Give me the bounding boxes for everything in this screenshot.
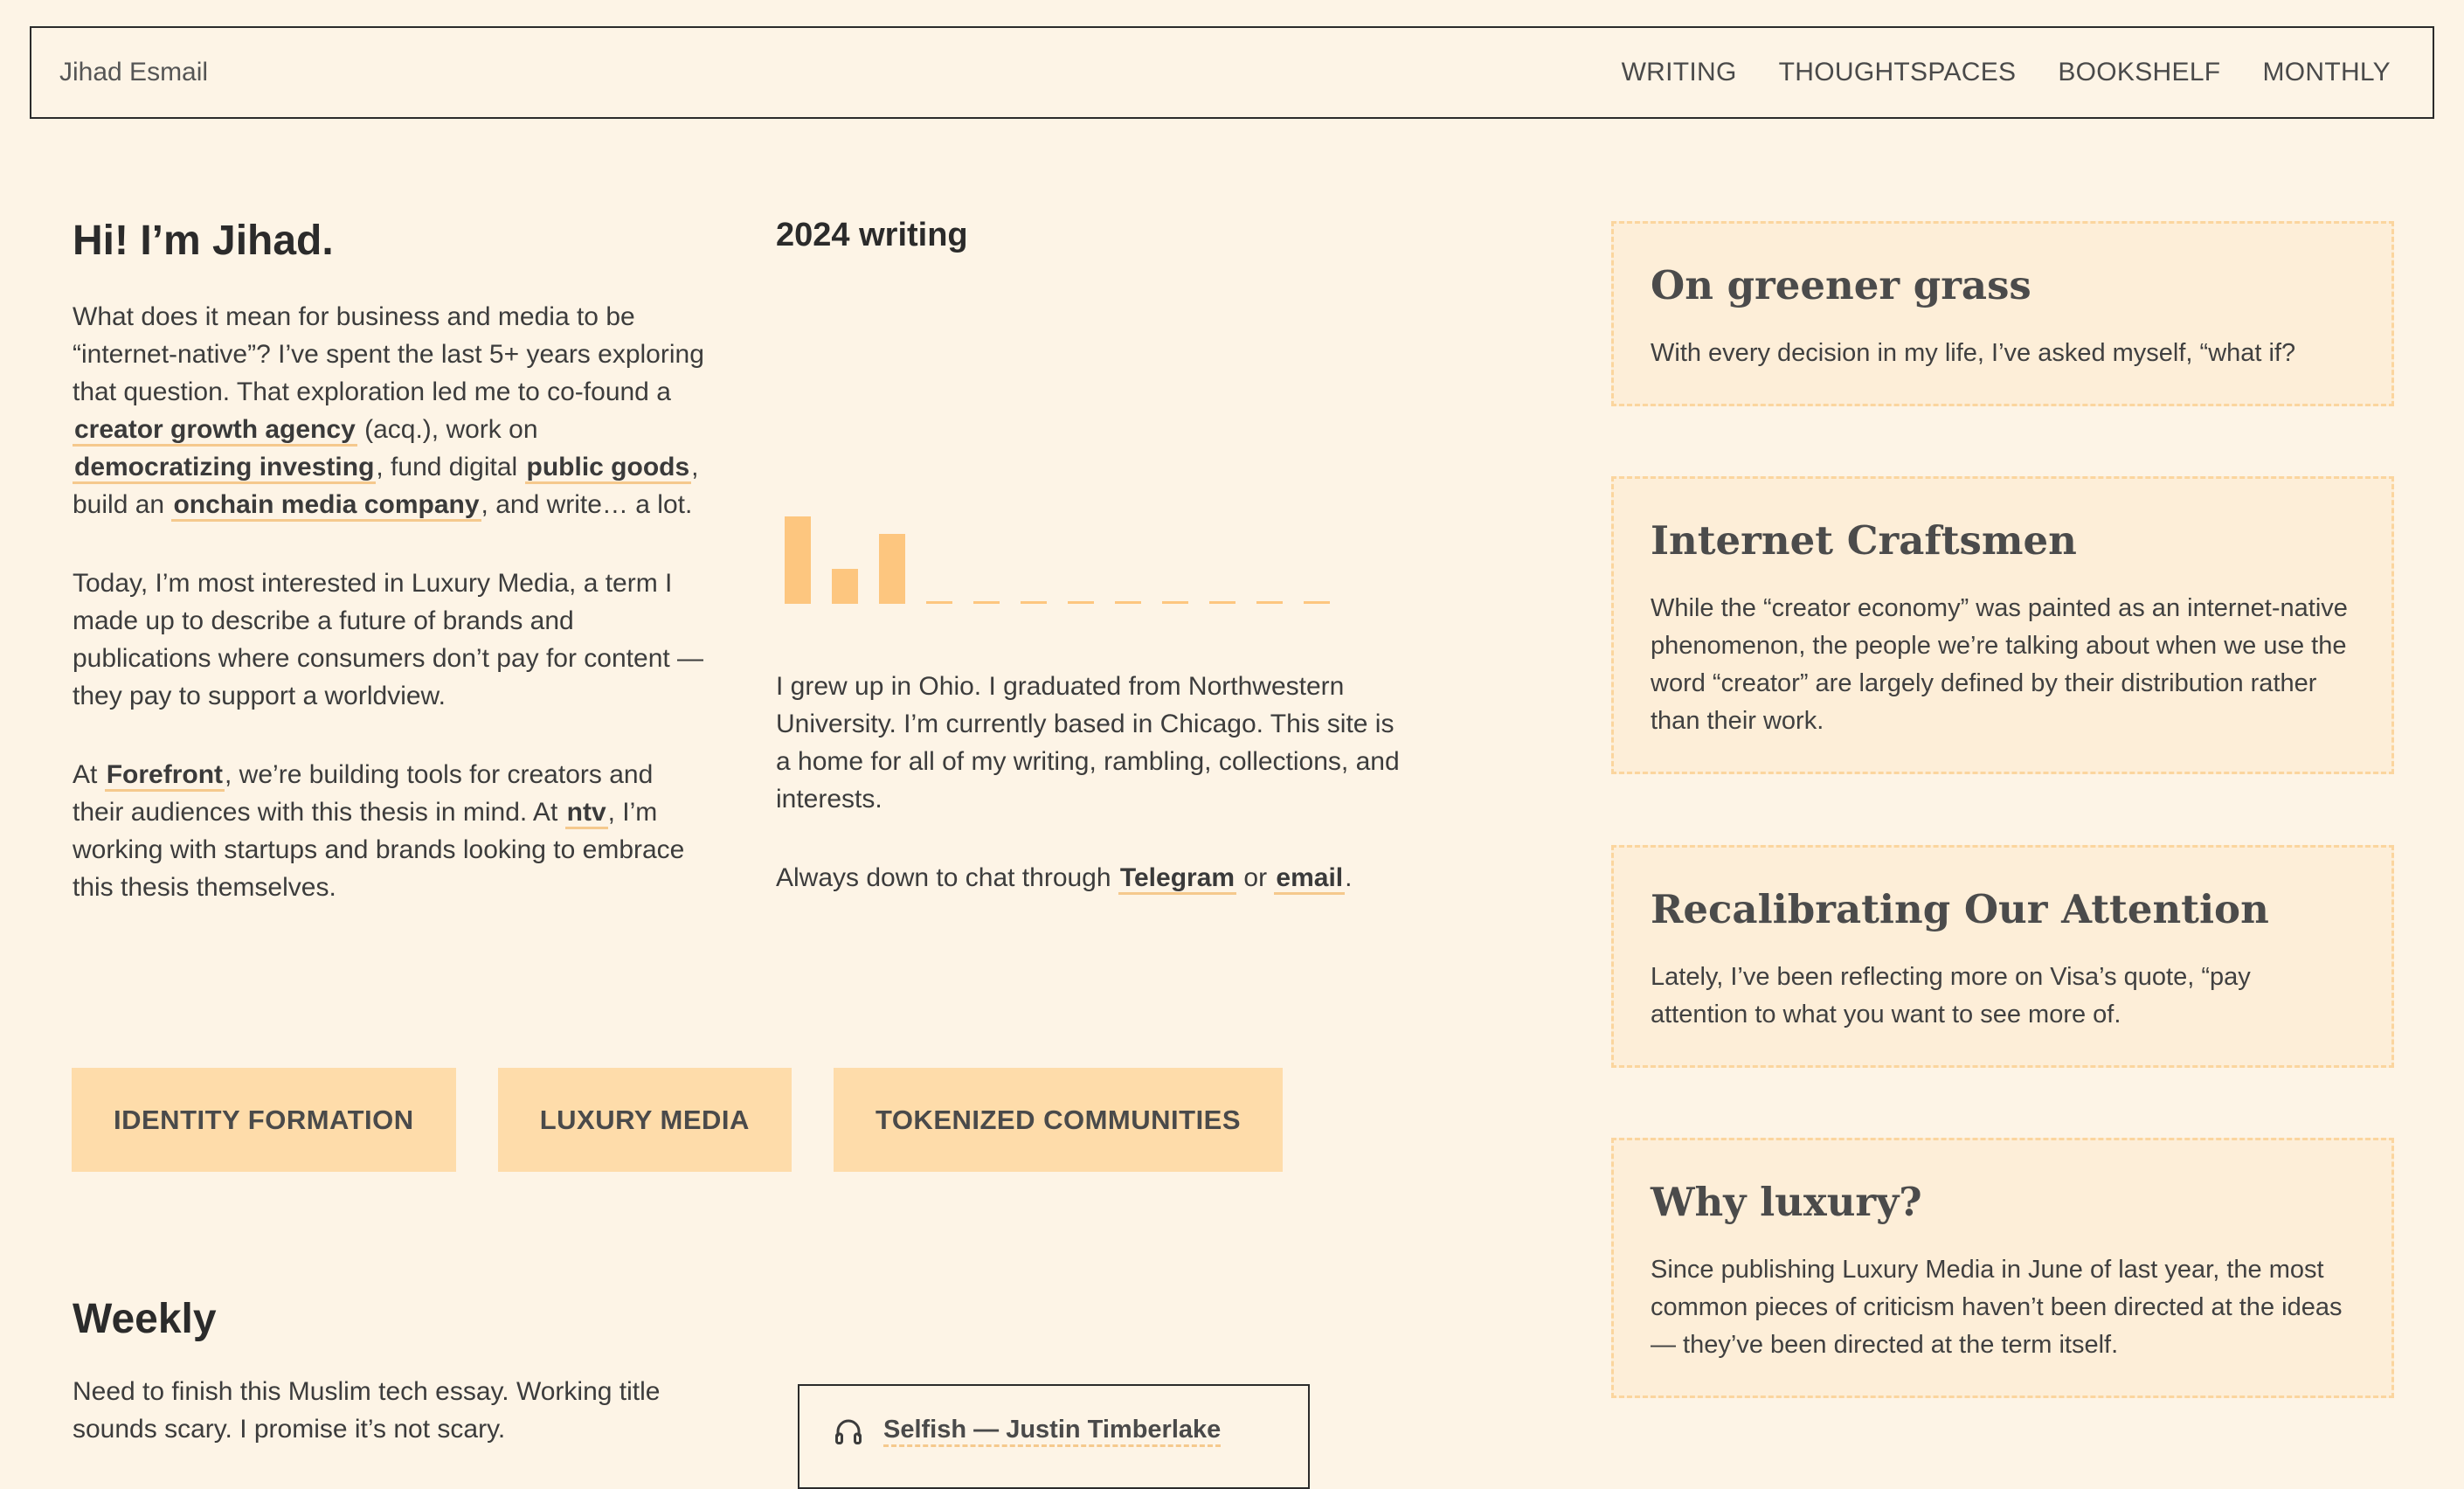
topic-tags: IDENTITY FORMATION LUXURY MEDIA TOKENIZE… <box>72 1068 1284 1172</box>
intro-paragraph-2: Today, I’m most interested in Luxury Med… <box>73 569 704 710</box>
text: . <box>1345 863 1353 892</box>
text: What does it mean for business and media… <box>73 302 704 406</box>
weekly-title: Weekly <box>73 1296 217 1342</box>
post-excerpt: Since publishing Luxury Media in June of… <box>1651 1256 2343 1359</box>
text: At <box>73 760 105 789</box>
intro-title: Hi! I’m Jihad. <box>73 218 334 264</box>
post-title[interactable]: Why luxury? <box>1651 1179 2355 1225</box>
chart-bar-empty <box>1304 601 1330 604</box>
chart-bar-empty <box>1068 601 1094 604</box>
tag-identity-formation[interactable]: IDENTITY FORMATION <box>72 1068 456 1172</box>
chart-bar-empty <box>1256 601 1283 604</box>
headphones-icon <box>833 1416 864 1451</box>
nav-writing[interactable]: WRITING <box>1622 58 1737 87</box>
text: , and write… a lot. <box>481 490 693 519</box>
onchain-media-company-link[interactable]: onchain media company <box>171 490 481 522</box>
post-title[interactable]: On greener grass <box>1651 262 2355 308</box>
text: Always down to chat through <box>776 863 1118 892</box>
now-playing[interactable]: Selfish — Justin Timberlake <box>798 1384 1310 1489</box>
intro-paragraph-1: What does it mean for business and media… <box>73 298 710 523</box>
text: (acq.), work on <box>356 415 538 444</box>
post-card[interactable]: Recalibrating Our Attention Lately, I’ve… <box>1611 845 2394 1068</box>
tag-tokenized-communities[interactable]: TOKENIZED COMMUNITIES <box>833 1068 1284 1172</box>
main-nav: WRITING THOUGHTSPACES BOOKSHELF MONTHLY <box>1622 58 2391 87</box>
about-paragraph-1: I grew up in Ohio. I graduated from Nort… <box>776 672 1400 814</box>
chart-bar-empty <box>1209 601 1235 604</box>
chart-bar-empty <box>973 601 1000 604</box>
telegram-link[interactable]: Telegram <box>1118 863 1237 895</box>
creator-growth-agency-link[interactable]: creator growth agency <box>73 415 357 447</box>
weekly-section: Weekly Need to finish this Muslim tech e… <box>73 1295 737 1448</box>
site-header: Jihad Esmail WRITING THOUGHTSPACES BOOKS… <box>30 26 2434 119</box>
nav-bookshelf[interactable]: BOOKSHELF <box>2058 58 2220 87</box>
post-title[interactable]: Internet Craftsmen <box>1651 517 2355 564</box>
tag-luxury-media[interactable]: LUXURY MEDIA <box>497 1068 792 1172</box>
post-card[interactable]: On greener grass With every decision in … <box>1611 221 2394 406</box>
post-card[interactable]: Internet Craftsmen While the “creator ec… <box>1611 476 2394 774</box>
post-card[interactable]: Why luxury? Since publishing Luxury Medi… <box>1611 1138 2394 1398</box>
about-section: I grew up in Ohio. I graduated from Nort… <box>776 668 1405 938</box>
nav-monthly[interactable]: MONTHLY <box>2262 58 2391 87</box>
chart-bar <box>832 569 858 604</box>
writing-title: 2024 writing <box>776 217 968 253</box>
post-excerpt: Lately, I’ve been reflecting more on Vis… <box>1651 963 2251 1028</box>
chart-bar-empty <box>1021 601 1047 604</box>
weekly-text: Need to finish this Muslim tech essay. W… <box>73 1377 661 1444</box>
text: or <box>1236 863 1275 892</box>
writing-chart <box>785 516 1330 604</box>
email-link[interactable]: email <box>1274 863 1346 895</box>
post-excerpt: While the “creator economy” was painted … <box>1651 594 2348 735</box>
intro-paragraph-3: At Forefront, we’re building tools for c… <box>73 756 710 906</box>
song-title[interactable]: Selfish — Justin Timberlake <box>883 1416 1222 1447</box>
chart-bar-empty <box>1115 601 1141 604</box>
post-excerpt: With every decision in my life, I’ve ask… <box>1651 339 2296 367</box>
forefront-link[interactable]: Forefront <box>104 760 225 792</box>
writing-section: 2024 writing <box>776 217 1405 254</box>
democratizing-investing-link[interactable]: democratizing investing <box>73 453 377 484</box>
about-paragraph-2: Always down to chat through Telegram or … <box>776 859 1405 897</box>
public-goods-link[interactable]: public goods <box>524 453 692 484</box>
nav-thoughtspaces[interactable]: THOUGHTSPACES <box>1779 58 2017 87</box>
ntv-link[interactable]: ntv <box>564 798 608 829</box>
chart-bar <box>785 516 811 604</box>
chart-bar <box>879 534 905 604</box>
chart-bar-empty <box>926 601 952 604</box>
intro-section: Hi! I’m Jihad. What does it mean for bus… <box>73 217 710 947</box>
post-title[interactable]: Recalibrating Our Attention <box>1651 886 2355 932</box>
brand-link[interactable]: Jihad Esmail <box>59 58 208 87</box>
chart-bar-empty <box>1162 601 1188 604</box>
text: , fund digital <box>376 453 525 481</box>
